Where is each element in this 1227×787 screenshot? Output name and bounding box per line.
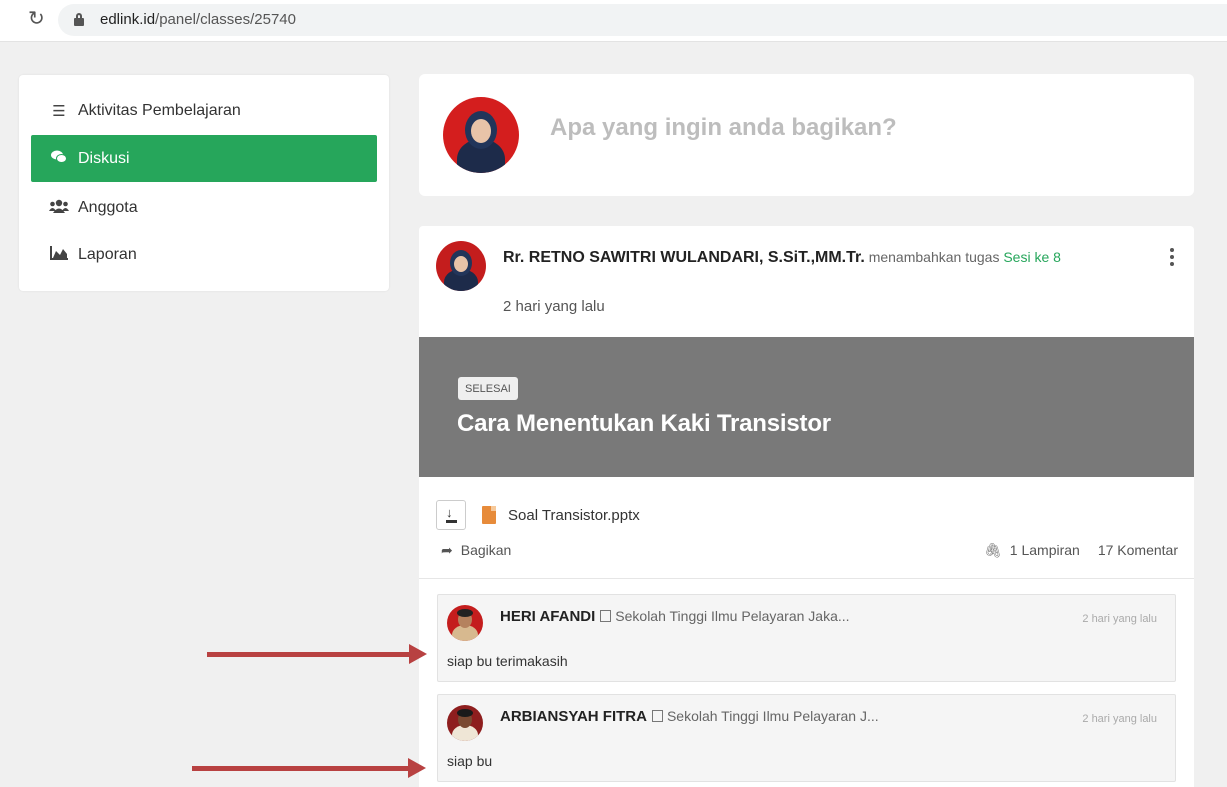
comments-icon [48,150,70,168]
avatar [436,241,486,291]
share-button[interactable]: ➦ Bagikan [441,542,511,559]
post-header: Rr. RETNO SAWITRI WULANDARI, S.SiT.,MM.T… [503,247,1153,268]
comment-text: siap bu [447,753,493,769]
building-icon [651,710,663,722]
assignment-banner[interactable]: SELESAI Cara Menentukan Kaki Transistor [419,337,1194,477]
url-text[interactable]: edlink.id/panel/classes/25740 [100,11,296,28]
comment-time: 2 hari yang lalu [1082,613,1157,625]
more-options-icon[interactable] [1167,246,1177,268]
comment-school: Sekolah Tinggi Ilmu Pelayaran J... [666,708,879,724]
comment-school: Sekolah Tinggi Ilmu Pelayaran Jaka... [615,608,850,624]
pptx-file-icon [482,506,496,524]
download-button[interactable]: ↓ [436,500,466,530]
annotation-arrow [207,644,427,664]
comment-item: HERI AFANDI Sekolah Tinggi Ilmu Pelayaran… [437,594,1176,682]
comment-author[interactable]: ARBIANSYAH FITRA Sekolah Tinggi Ilmu Pela… [500,708,879,725]
post-author[interactable]: Rr. RETNO SAWITRI WULANDARI, S.SiT.,MM.T… [503,249,865,266]
checklist-icon: ☰ [52,102,66,120]
sidebar-item-aktivitas[interactable]: ☰ Aktivitas Pembelajaran [31,87,377,134]
download-icon: ↓ [446,505,453,520]
status-badge: SELESAI [458,377,518,400]
users-icon [48,199,70,217]
attachments-count[interactable]: 1 Lampiran [1010,542,1080,558]
avatar [443,97,519,173]
comment-author[interactable]: HERI AFANDI Sekolah Tinggi Ilmu Pelayaran… [500,608,850,625]
divider [419,578,1194,579]
building-icon [600,610,612,622]
sidebar-item-label: Laporan [78,245,137,263]
lock-icon [74,13,84,26]
comment-time: 2 hari yang lalu [1082,713,1157,725]
reload-icon[interactable]: ↻ [28,9,45,29]
assignment-title[interactable]: Cara Menentukan Kaki Transistor [457,410,831,438]
sidebar-item-label: Anggota [78,198,138,216]
sidebar-item-diskusi[interactable]: Diskusi [31,135,377,182]
address-bar[interactable]: edlink.id/panel/classes/25740 [58,4,1227,36]
attachment-row: ↓ Soal Transistor.pptx [436,500,640,530]
comment-item: ARBIANSYAH FITRA Sekolah Tinggi Ilmu Pela… [437,694,1176,782]
comment-text: siap bu terimakasih [447,653,568,669]
post-composer[interactable]: Apa yang ingin anda bagikan? [419,74,1194,196]
composer-placeholder[interactable]: Apa yang ingin anda bagikan? [550,114,897,142]
comments-count[interactable]: 17 Komentar [1098,542,1178,558]
post-meta: 🖇 1 Lampiran 17 Komentar [984,542,1178,559]
class-sidebar: ☰ Aktivitas Pembelajaran Diskusi Anggota… [19,75,389,291]
sidebar-item-label: Aktivitas Pembelajaran [78,101,241,119]
share-label: Bagikan [460,542,512,558]
sidebar-item-laporan[interactable]: Laporan [31,231,377,278]
post-action: menambahkan tugas [868,249,1000,265]
sidebar-item-anggota[interactable]: Anggota [31,184,377,231]
browser-toolbar: ↻ edlink.id/panel/classes/25740 [0,0,1227,42]
area-chart-icon [48,245,70,264]
sidebar-item-label: Diskusi [78,149,130,167]
annotation-arrow [192,758,426,778]
attachment-name[interactable]: Soal Transistor.pptx [508,507,640,524]
assignment-post: Rr. RETNO SAWITRI WULANDARI, S.SiT.,MM.T… [419,226,1194,787]
avatar [447,605,483,641]
post-session-link[interactable]: Sesi ke 8 [1003,249,1061,265]
post-time: 2 hari yang lalu [503,298,605,315]
paperclip-icon: 🖇 [984,542,1002,558]
avatar [447,705,483,741]
share-icon: ➦ [441,542,453,558]
